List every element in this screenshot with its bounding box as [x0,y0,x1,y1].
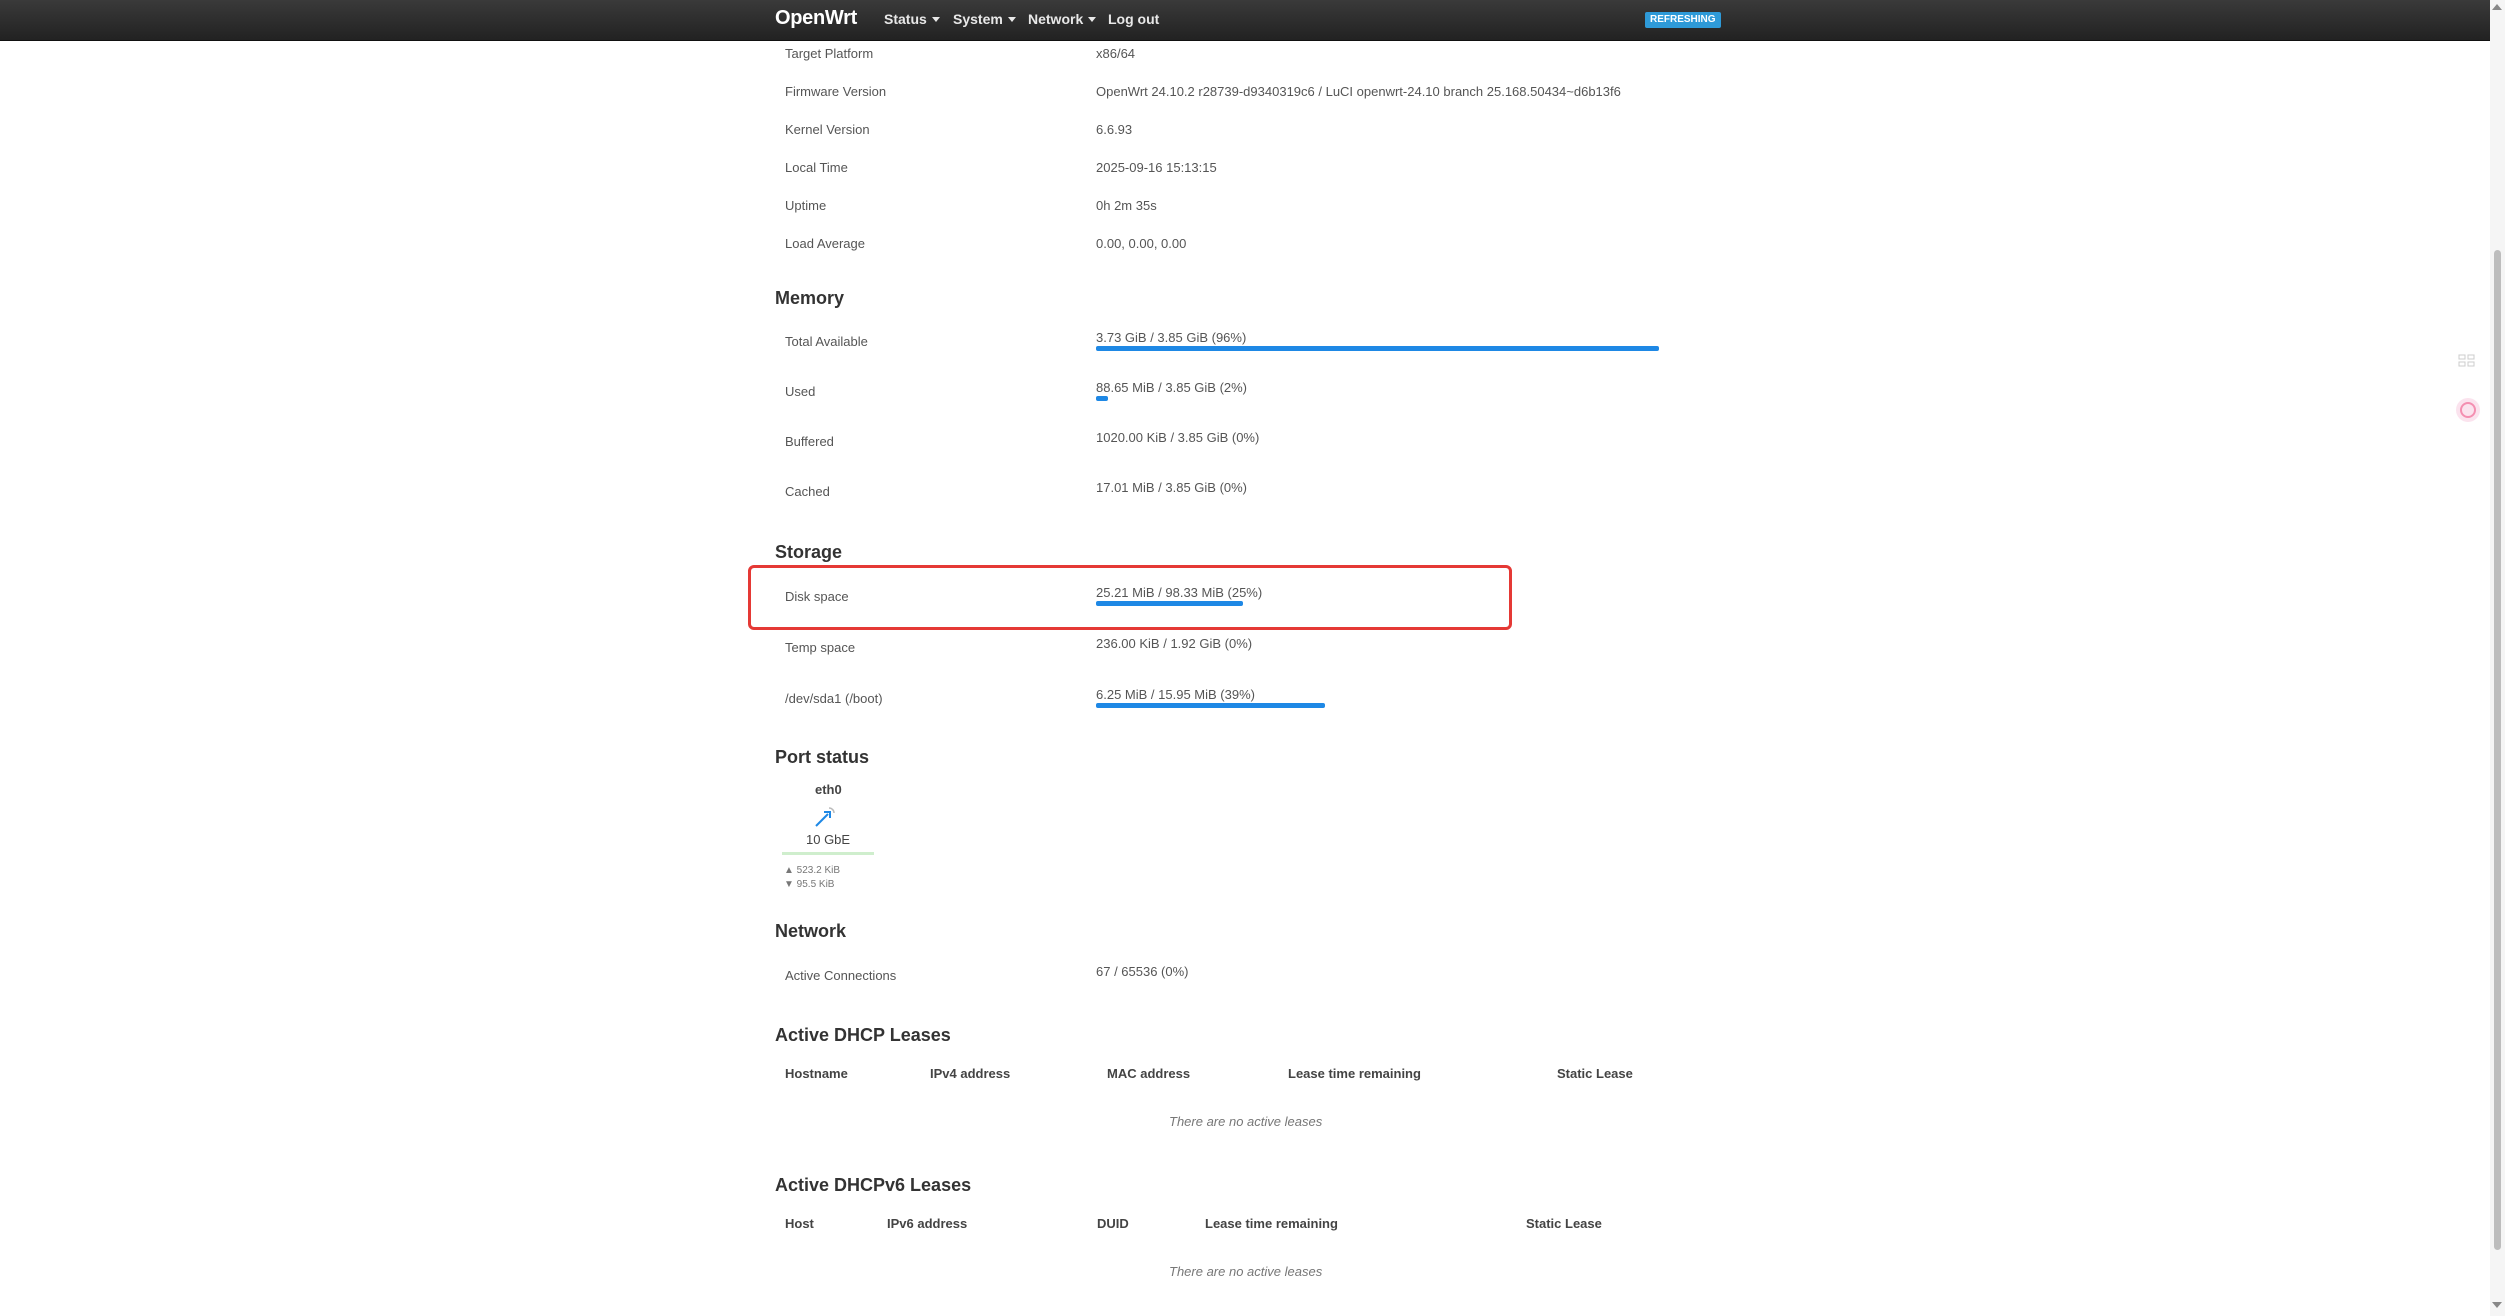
boot-partition-bar [1096,703,1325,708]
nav-network-label: Network [1028,11,1084,27]
port-link-indicator [782,852,874,855]
dhcp-col-hostname[interactable]: Hostname [785,1066,848,1081]
sysinfo-value: x86/64 [1096,46,1136,61]
scroll-up-arrow-icon[interactable] [2492,4,2502,10]
dhcp-col-ipv4[interactable]: IPv4 address [930,1066,1010,1081]
sysinfo-value: OpenWrt 24.10.2 r28739-d9340319c6 / LuCI… [1096,84,1621,99]
network-label: Active Connections [785,968,897,983]
nav-system-label: System [953,11,1003,27]
memory-label: Total Available [785,334,868,349]
chevron-down-icon [1007,17,1016,22]
storage-heading: Storage [775,542,843,562]
memory-value: 17.01 MiB / 3.85 GiB (0%) [1096,480,1248,495]
memory-label: Used [785,384,816,399]
dhcp-heading: Active DHCP Leases [775,1025,951,1045]
sysinfo-label: Kernel Version [785,122,870,137]
memory-value: 88.65 MiB / 3.85 GiB (2%) [1096,380,1248,395]
nav-system[interactable]: System [953,11,1016,27]
dhcpv6-heading: Active DHCPv6 Leases [775,1175,972,1195]
sysinfo-label: Load Average [785,236,865,251]
nav-logout[interactable]: Log out [1108,11,1159,27]
extension-icon[interactable] [2455,397,2481,423]
sysinfo-label: Firmware Version [785,84,887,99]
port-tx: ▲ 523.2 KiB [784,865,841,876]
memory-label: Cached [785,484,830,499]
storage-label: Temp space [785,640,856,655]
storage-label: /dev/sda1 (/boot) [785,691,883,706]
dhcp-col-lease-time[interactable]: Lease time remaining [1288,1066,1421,1081]
disk-space-highlight [748,565,1512,630]
memory-value: 1020.00 KiB / 3.85 GiB (0%) [1096,430,1260,445]
dhcp-col-static[interactable]: Static Lease [1557,1066,1633,1081]
nav-status[interactable]: Status [884,11,940,27]
scroll-down-arrow-icon[interactable] [2492,1302,2502,1308]
storage-value: 236.00 KiB / 1.92 GiB (0%) [1096,636,1253,651]
top-navbar: OpenWrt Status System Network Log out RE… [0,0,2505,41]
memory-label: Buffered [785,434,834,449]
dhcpv6-col-lease-time[interactable]: Lease time remaining [1205,1216,1338,1231]
network-heading: Network [775,921,847,941]
network-value: 67 / 65536 (0%) [1096,964,1189,979]
nav-status-label: Status [884,11,927,27]
memory-heading: Memory [775,288,845,308]
sysinfo-value: 0h 2m 35s [1096,198,1157,213]
sysinfo-label: Uptime [785,198,827,213]
dhcpv6-col-host[interactable]: Host [785,1216,814,1231]
port-speed: 10 GbE [806,832,851,847]
sysinfo-label: Target Platform [785,46,874,61]
dhcpv6-col-ipv6[interactable]: IPv6 address [887,1216,967,1231]
memory-value: 3.73 GiB / 3.85 GiB (96%) [1096,330,1247,345]
dhcp-col-mac[interactable]: MAC address [1107,1066,1190,1081]
sysinfo-label: Local Time [785,160,848,175]
dhcpv6-col-static[interactable]: Static Lease [1526,1216,1602,1231]
ethernet-port-icon[interactable] [812,806,836,830]
dhcpv6-empty-message: There are no active leases [1169,1264,1323,1279]
chevron-down-icon [931,17,940,22]
port-name: eth0 [815,782,842,797]
sysinfo-value: 6.6.93 [1096,122,1133,137]
refreshing-badge[interactable]: REFRESHING [1645,12,1721,28]
dhcp-empty-message: There are no active leases [1169,1114,1323,1129]
memory-used-bar [1096,396,1108,401]
dhcpv6-col-duid[interactable]: DUID [1097,1216,1129,1231]
scrollbar-thumb[interactable] [2494,250,2501,1250]
sysinfo-value: 0.00, 0.00, 0.00 [1096,236,1187,251]
port-rx: ▼ 95.5 KiB [784,879,835,890]
chevron-down-icon [1088,17,1097,22]
nav-network[interactable]: Network [1028,11,1097,27]
storage-value: 6.25 MiB / 15.95 MiB (39%) [1096,687,1255,702]
memory-total-bar [1096,346,1659,351]
sysinfo-value: 2025-09-16 15:13:15 [1096,160,1217,175]
grid-icon[interactable] [2458,354,2476,368]
port-status-heading: Port status [775,747,870,767]
brand-logo[interactable]: OpenWrt [775,7,857,30]
